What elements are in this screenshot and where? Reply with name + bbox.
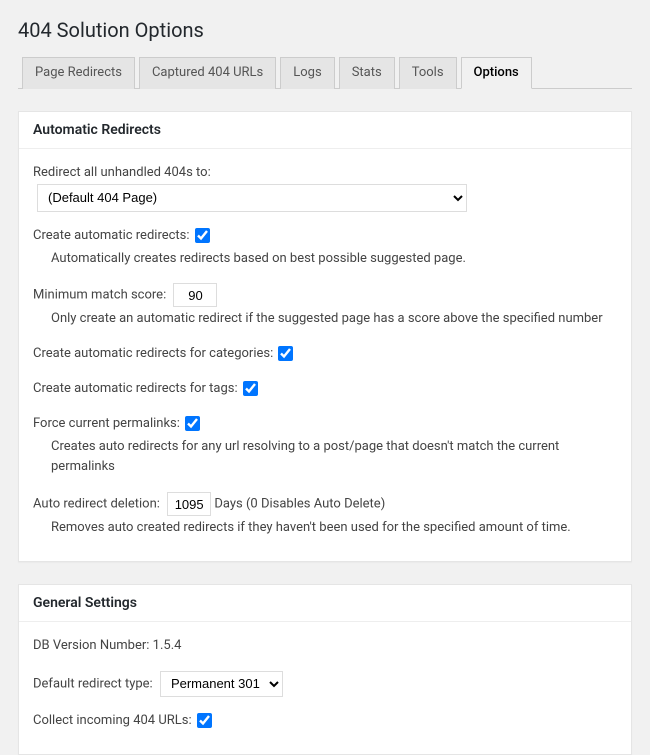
tab-page-redirects[interactable]: Page Redirects — [22, 57, 135, 89]
automatic-redirects-panel: Automatic Redirects Redirect all unhandl… — [18, 111, 632, 562]
auto-tags-label: Create automatic redirects for tags: — [33, 381, 238, 396]
default-redirect-type-select[interactable]: Permanent 301 — [160, 671, 283, 697]
tab-options[interactable]: Options — [461, 57, 532, 89]
create-auto-label: Create automatic redirects: — [33, 228, 190, 243]
redirect-all-select[interactable]: (Default 404 Page) — [37, 184, 467, 212]
auto-categories-label: Create automatic redirects for categorie… — [33, 346, 273, 361]
min-score-desc: Only create an automatic redirect if the… — [51, 309, 617, 330]
general-settings-heading: General Settings — [33, 595, 617, 611]
auto-categories-checkbox[interactable] — [278, 346, 293, 361]
tab-logs[interactable]: Logs — [280, 57, 334, 89]
general-settings-panel: General Settings DB Version Number: 1.5.… — [18, 584, 632, 755]
auto-tags-checkbox[interactable] — [243, 381, 258, 396]
tab-captured-404-urls[interactable]: Captured 404 URLs — [139, 57, 276, 89]
default-redirect-type-label: Default redirect type: — [33, 676, 153, 691]
redirect-all-label: Redirect all unhandled 404s to: — [33, 165, 211, 180]
collect-404-label: Collect incoming 404 URLs: — [33, 713, 192, 728]
force-permalinks-label: Force current permalinks: — [33, 416, 180, 431]
create-auto-desc: Automatically creates redirects based on… — [51, 249, 617, 270]
collect-404-checkbox[interactable] — [197, 713, 212, 728]
db-version-label: DB Version Number: — [33, 638, 153, 653]
min-score-label: Minimum match score: — [33, 288, 166, 303]
force-permalinks-desc: Creates auto redirects for any url resol… — [51, 437, 617, 479]
db-version-value: 1.5.4 — [153, 638, 182, 653]
create-auto-checkbox[interactable] — [195, 228, 210, 243]
tab-tools[interactable]: Tools — [399, 57, 457, 89]
auto-delete-desc: Removes auto created redirects if they h… — [51, 518, 617, 539]
automatic-redirects-heading: Automatic Redirects — [33, 122, 617, 138]
min-score-input[interactable] — [173, 283, 217, 307]
force-permalinks-checkbox[interactable] — [185, 416, 200, 431]
tab-stats[interactable]: Stats — [339, 57, 395, 89]
auto-delete-input[interactable] — [167, 492, 211, 516]
nav-tabs: Page RedirectsCaptured 404 URLsLogsStats… — [18, 56, 632, 89]
auto-delete-label: Auto redirect deletion: — [33, 497, 160, 512]
page-title: 404 Solution Options — [18, 18, 632, 42]
auto-delete-suffix: Days (0 Disables Auto Delete) — [214, 497, 385, 512]
